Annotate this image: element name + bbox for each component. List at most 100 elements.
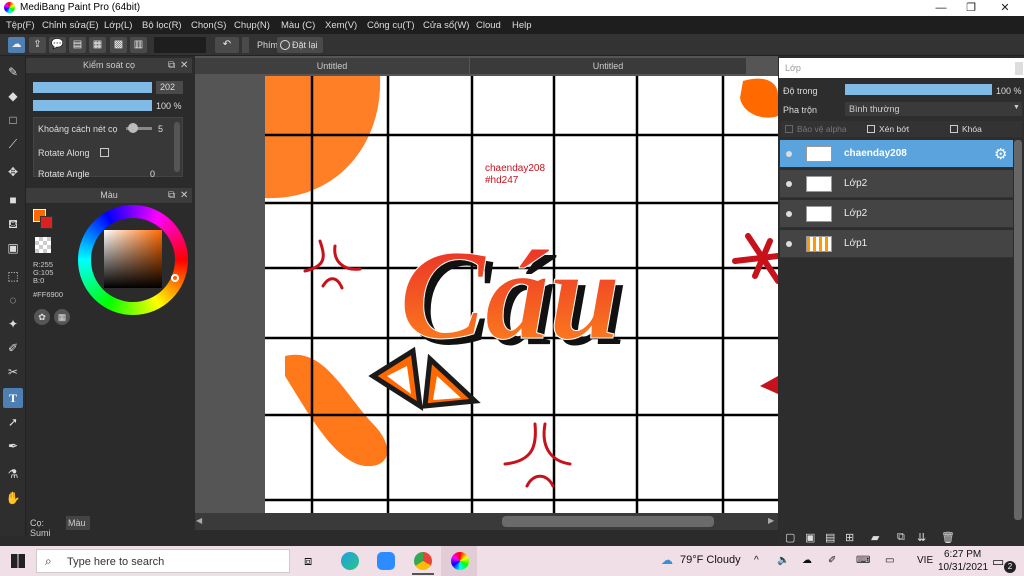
close-panel-icon[interactable]: ✕ <box>180 58 188 73</box>
drawing-canvas[interactable]: Cáu Cáu chaenday208 #hd247 <box>265 76 778 513</box>
new-layer-icon[interactable]: ▢ <box>785 531 795 544</box>
trash-icon[interactable]: 🗑 <box>941 531 955 544</box>
layer-row-selected[interactable]: chaenday208 ⚙ <box>780 140 1013 168</box>
background-color-swatch[interactable] <box>40 216 53 229</box>
scroll-left-arrow-icon[interactable]: ◀ <box>196 516 202 525</box>
cloud-icon[interactable]: ☁ <box>8 37 25 53</box>
menu-help[interactable]: Help <box>512 20 532 31</box>
text-tool-icon[interactable]: T <box>3 388 23 408</box>
select-pen-icon[interactable]: ✐ <box>3 338 23 358</box>
hand-tool-icon[interactable]: ✋ <box>3 488 23 508</box>
language-indicator[interactable]: VIE <box>917 555 933 566</box>
select-rect-icon[interactable]: ⬚ <box>3 266 23 286</box>
chevron-up-icon[interactable]: ^ <box>754 555 759 566</box>
menu-cloud[interactable]: Cloud <box>476 20 501 31</box>
blend-mode-select[interactable]: Bình thường ▼ <box>845 102 1022 116</box>
maximize-button[interactable]: ❐ <box>956 0 986 16</box>
speaker-icon[interactable]: 🔈 <box>777 555 789 566</box>
comment-icon[interactable]: 💬 <box>49 37 66 53</box>
taskbar-search[interactable]: ⌕ Type here to search <box>36 549 290 573</box>
menu-color[interactable]: Màu (C) <box>281 20 315 31</box>
hue-picker-handle[interactable] <box>171 274 179 282</box>
menu-file[interactable]: Tệp(F) <box>6 20 35 31</box>
document-tab-1[interactable]: Untitled <box>195 58 469 74</box>
visibility-icon[interactable] <box>786 181 792 187</box>
zoom-icon[interactable] <box>377 552 395 570</box>
undo-button[interactable]: ↶ <box>215 37 239 53</box>
menu-view[interactable]: Xem(V) <box>325 20 357 31</box>
clock-date[interactable]: 10/31/2021 <box>938 562 988 573</box>
notification-icon[interactable]: ▭ <box>992 554 1004 570</box>
popout-icon[interactable]: ⧉ <box>168 58 175 73</box>
rotate-along-checkbox[interactable] <box>100 148 109 157</box>
menu-layer[interactable]: Lớp(L) <box>104 20 132 31</box>
spacing-slider-knob[interactable] <box>128 123 138 133</box>
lasso-tool-icon[interactable]: ◌ <box>3 290 23 310</box>
color-close-icon[interactable]: ✕ <box>180 188 188 203</box>
close-button[interactable]: ✕ <box>990 0 1020 16</box>
document-tab-2[interactable]: Untitled <box>470 58 746 74</box>
dropper-tool-icon[interactable]: ✒ <box>3 436 23 456</box>
tile-icon[interactable]: ▥ <box>130 37 147 53</box>
windows-start-icon[interactable] <box>11 554 25 568</box>
menu-tools[interactable]: Công cụ(T) <box>367 20 415 31</box>
minimize-button[interactable]: — <box>926 0 956 16</box>
operation-tool-icon[interactable]: ➚ <box>3 412 23 432</box>
onedrive-icon[interactable]: ☁ <box>802 555 812 566</box>
document-icon[interactable]: ▦ <box>89 37 106 53</box>
keyboard-icon[interactable]: ⌨ <box>856 555 870 566</box>
layer-row[interactable]: Lớp2 <box>780 200 1013 228</box>
magic-wand-icon[interactable]: ✦ <box>3 314 23 334</box>
visibility-icon[interactable] <box>786 151 792 157</box>
tab-color[interactable]: Màu <box>66 516 90 530</box>
folder-icon[interactable]: ▰ <box>871 531 879 544</box>
chrome-icon[interactable] <box>414 552 432 570</box>
palette-icon[interactable]: ✿ <box>34 309 50 325</box>
edge-icon[interactable] <box>341 552 359 570</box>
menu-window[interactable]: Cửa sổ(W) <box>423 20 469 31</box>
eyedropper-icon[interactable]: ⚗ <box>3 464 23 484</box>
add-layer-menu-icon[interactable]: ⊞ <box>845 531 854 544</box>
select-eraser-icon[interactable]: ✂ <box>3 362 23 382</box>
eraser-tool-icon[interactable]: ◆ <box>3 86 23 106</box>
layer-panel-scroll[interactable] <box>1015 62 1023 75</box>
layer-row[interactable]: Lớp2 <box>780 170 1013 198</box>
menu-edit[interactable]: Chỉnh sửa(E) <box>42 20 99 31</box>
menu-select[interactable]: Chọn(S) <box>191 20 226 31</box>
scroll-right-arrow-icon[interactable]: ▶ <box>768 516 774 525</box>
duplicate-layer-icon[interactable]: ⧉ <box>897 531 905 544</box>
layer-opacity-slider[interactable] <box>845 84 992 95</box>
task-view-icon[interactable]: ⧈ <box>304 553 312 569</box>
layer-row[interactable]: Lớp1 <box>780 230 1013 258</box>
rectangle-tool-icon[interactable]: □ <box>3 110 23 130</box>
horizontal-scroll-thumb[interactable] <box>502 516 714 527</box>
bucket-tool-icon[interactable]: ⛾ <box>3 214 23 234</box>
battery-icon[interactable]: ▭ <box>885 555 894 566</box>
grid-icon[interactable]: ▩ <box>110 37 127 53</box>
color-set-icon[interactable]: ▦ <box>54 309 70 325</box>
reset-button[interactable]: Đặt lại <box>277 37 323 53</box>
merge-down-icon[interactable]: ⇊ <box>917 531 926 544</box>
layer-list-scrollbar[interactable] <box>1014 140 1022 520</box>
visibility-icon[interactable] <box>786 211 792 217</box>
color-popout-icon[interactable]: ⧉ <box>168 188 175 203</box>
fill-rect-tool-icon[interactable]: ■ <box>3 190 23 210</box>
message-icon[interactable]: ▤ <box>69 37 86 53</box>
copy-layer-icon[interactable]: ▤ <box>825 531 835 544</box>
gear-icon[interactable]: ⚙ <box>994 145 1007 163</box>
share-icon[interactable]: ⇪ <box>29 37 46 53</box>
clipping-checkbox[interactable] <box>867 125 875 133</box>
brush-opacity-slider[interactable] <box>33 100 152 111</box>
clock-time[interactable]: 6:27 PM <box>944 549 981 560</box>
brush-tool-icon[interactable]: ✎ <box>3 62 23 82</box>
brush-settings-scrollbar[interactable] <box>174 122 180 172</box>
dot-brush-icon[interactable]: ⟋ <box>3 134 23 154</box>
brush-size-value[interactable]: 202 <box>156 81 183 94</box>
transparent-swatch[interactable] <box>35 237 51 253</box>
gradient-tool-icon[interactable]: ▣ <box>3 238 23 258</box>
weather-text[interactable]: 79°F Cloudy <box>680 554 741 566</box>
saturation-value-square[interactable] <box>104 230 162 288</box>
protect-alpha-checkbox[interactable] <box>785 125 793 133</box>
new-halftone-layer-icon[interactable]: ▣ <box>805 531 815 544</box>
move-tool-icon[interactable]: ✥ <box>3 162 23 182</box>
